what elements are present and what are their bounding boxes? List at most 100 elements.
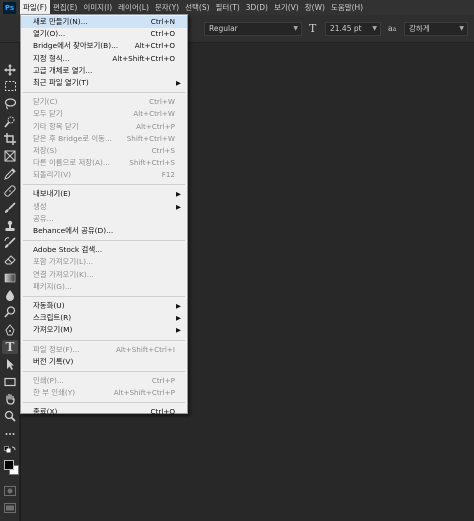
menu-item-label: Adobe Stock 검색... — [33, 245, 103, 255]
antialias-icon: aa — [388, 23, 396, 36]
history-brush-tool-icon[interactable] — [2, 236, 18, 250]
file-menu-item[interactable]: 고급 개체로 열기... — [21, 65, 187, 77]
menu-help[interactable]: 도움말(H) — [328, 0, 366, 15]
menu-bar: Ps 파일(F) 편집(E) 이미지(I) 레이어(L) 문자(Y) 선택(S)… — [0, 0, 474, 15]
rectangle-tool-icon[interactable] — [2, 375, 18, 389]
quick-select-tool-icon[interactable] — [2, 115, 18, 129]
menu-filter[interactable]: 필터(T) — [213, 0, 243, 15]
file-menu-item[interactable]: 스크립트(R) ▶ — [21, 312, 187, 324]
lasso-tool-icon[interactable] — [2, 97, 18, 111]
menu-edit[interactable]: 편집(E) — [50, 0, 80, 15]
photoshop-logo: Ps — [3, 1, 16, 14]
menu-item-label: 자동화(U) — [33, 300, 65, 310]
file-menu-item[interactable]: 종료(X) Ctrl+Q — [21, 406, 187, 418]
menu-item-label: 다른 이름으로 저장(A)... — [33, 158, 110, 168]
menu-item-label: 생성 — [33, 201, 47, 211]
font-size-icon-glyph: T — [309, 22, 317, 35]
file-menu-item[interactable]: 자동화(U) ▶ — [21, 300, 187, 312]
foreground-color-swatch[interactable] — [4, 460, 14, 470]
file-menu-item[interactable]: 열기(O)... Ctrl+O — [21, 28, 187, 40]
submenu-arrow-icon: ▶ — [176, 326, 181, 335]
quick-mask-icon[interactable] — [2, 485, 18, 499]
menu-item-shortcut: Alt+Shift+Ctrl+P — [113, 388, 175, 398]
file-menu-item[interactable]: 지정 형식... Alt+Shift+Ctrl+O — [21, 53, 187, 65]
file-menu-item[interactable]: 버전 기록(V) — [21, 356, 187, 368]
font-size-value: 21.45 pt — [330, 24, 362, 33]
dodge-tool-icon[interactable] — [2, 305, 18, 319]
more-tools-icon[interactable] — [2, 427, 18, 441]
type-tool-glyph: T — [5, 340, 15, 354]
type-tool-icon[interactable]: T — [2, 340, 18, 354]
menu-separator — [23, 295, 185, 297]
submenu-arrow-icon: ▶ — [176, 314, 181, 323]
antialias-icon-glyph-small: a — [392, 26, 397, 33]
font-size-field[interactable]: 21.45 pt ▼ — [325, 22, 381, 36]
submenu-arrow-icon: ▶ — [176, 190, 181, 199]
file-menu-item: 생성 ▶ — [21, 201, 187, 213]
menu-separator — [23, 339, 185, 341]
file-menu-item[interactable]: Behance에서 공유(D)... — [21, 225, 187, 237]
default-colors-icon[interactable] — [2, 445, 18, 455]
menu-item-shortcut: Ctrl+N — [150, 17, 175, 26]
file-menu-item[interactable]: 새로 만들기(N)... Ctrl+N — [21, 16, 187, 29]
menu-item-label: 저장(S) — [33, 145, 58, 155]
pen-tool-icon[interactable] — [2, 323, 18, 337]
menu-item-label: Bridge에서 찾아보기(B)... — [33, 41, 119, 51]
font-style-value: Regular — [209, 24, 238, 33]
hand-tool-icon[interactable] — [2, 392, 18, 406]
menu-file[interactable]: 파일(F) — [20, 0, 50, 15]
menu-item-shortcut: Ctrl+O — [150, 29, 175, 39]
file-menu-item: 기타 항목 닫기 Alt+Ctrl+P — [21, 121, 187, 133]
menu-item-shortcut: Alt+Ctrl+P — [136, 121, 175, 131]
crop-tool-icon[interactable] — [2, 132, 18, 146]
menu-layer[interactable]: 레이어(L) — [115, 0, 152, 15]
menu-image[interactable]: 이미지(I) — [80, 0, 115, 15]
submenu-arrow-icon: ▶ — [176, 78, 181, 87]
file-menu-item[interactable]: 내보내기(E) ▶ — [21, 188, 187, 200]
gradient-tool-icon[interactable] — [2, 271, 18, 285]
chevron-down-icon: ▼ — [293, 25, 298, 32]
file-menu-item[interactable]: Bridge에서 찾아보기(B)... Alt+Ctrl+O — [21, 40, 187, 52]
antialias-select[interactable]: 강하게 ▼ — [404, 22, 468, 36]
menu-item-shortcut: Alt+Ctrl+O — [134, 41, 175, 51]
menu-separator — [23, 370, 185, 372]
menu-item-label: 되돌리기(V) — [33, 170, 72, 180]
menu-item-shortcut: Alt+Ctrl+W — [133, 109, 175, 119]
file-menu-item[interactable]: Adobe Stock 검색... — [21, 244, 187, 256]
menu-item-label: 파일 정보(F)... — [33, 344, 80, 354]
path-selection-tool-icon[interactable] — [2, 357, 18, 371]
eyedropper-tool-icon[interactable] — [2, 167, 18, 181]
menu-item-label: 포함 가져오기(L)... — [33, 257, 94, 267]
menu-item-label: Behance에서 공유(D)... — [33, 226, 114, 235]
menu-type[interactable]: 문자(Y) — [152, 0, 182, 15]
submenu-arrow-icon: ▶ — [176, 301, 181, 310]
menu-item-label: 모두 닫기 — [33, 109, 63, 119]
menu-view[interactable]: 보기(V) — [271, 0, 302, 15]
healing-brush-tool-icon[interactable] — [2, 184, 18, 198]
file-menu-item: 포함 가져오기(L)... — [21, 256, 187, 268]
brush-tool-icon[interactable] — [2, 201, 18, 215]
menu-item-label: 새로 만들기(N)... — [33, 17, 88, 26]
marquee-tool-icon[interactable] — [2, 80, 18, 94]
blur-tool-icon[interactable] — [2, 288, 18, 302]
menu-item-shortcut: Alt+Shift+Ctrl+I — [115, 344, 175, 354]
frame-tool-icon[interactable] — [2, 149, 18, 163]
screen-mode-icon[interactable] — [2, 502, 18, 516]
zoom-tool-icon[interactable] — [2, 409, 18, 423]
menu-window[interactable]: 창(W) — [302, 0, 328, 15]
menu-item-label: 닫은 후 Bridge로 이동... — [33, 133, 112, 143]
move-tool-icon[interactable] — [2, 63, 18, 77]
menu-separator — [23, 92, 185, 94]
clone-stamp-tool-icon[interactable] — [2, 219, 18, 233]
eraser-tool-icon[interactable] — [2, 253, 18, 267]
menu-3d[interactable]: 3D(D) — [243, 0, 271, 15]
menu-item-label: 연결 가져오기(K)... — [33, 269, 94, 279]
menu-select[interactable]: 선택(S) — [182, 0, 212, 15]
file-menu-item: 다른 이름으로 저장(A)... Shift+Ctrl+S — [21, 157, 187, 169]
file-menu-item: 저장(S) Ctrl+S — [21, 145, 187, 157]
menu-item-label: 공유... — [33, 213, 54, 223]
file-menu-item[interactable]: 최근 파일 열기(T) ▶ — [21, 77, 187, 89]
menu-item-label: 기타 항목 닫기 — [33, 121, 79, 131]
font-style-select[interactable]: Regular ▼ — [204, 22, 302, 36]
file-menu-item[interactable]: 가져오기(M) ▶ — [21, 324, 187, 336]
